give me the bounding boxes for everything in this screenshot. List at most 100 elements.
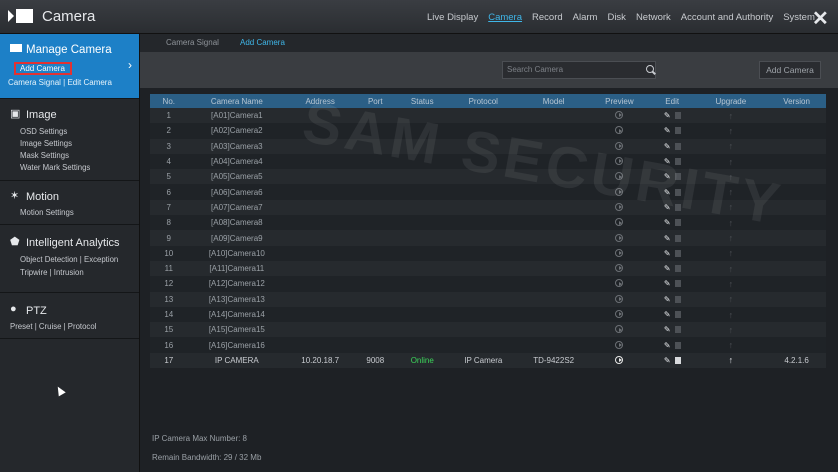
table-row[interactable]: 11 [A11]Camera11 ✎ ↑ bbox=[150, 260, 826, 277]
edit-icon[interactable]: ✎ bbox=[664, 126, 671, 135]
play-icon[interactable] bbox=[615, 111, 624, 120]
sidebar-item-camera-signal[interactable]: Camera Signal bbox=[8, 78, 61, 87]
table-row[interactable]: 1 [A01]Camera1 ✎ ↑ bbox=[150, 108, 826, 124]
upgrade-icon[interactable]: ↑ bbox=[729, 340, 734, 350]
edit-icon[interactable]: ✎ bbox=[664, 111, 671, 120]
table-row[interactable]: 4 [A04]Camera4 ✎ ↑ bbox=[150, 153, 826, 170]
delete-icon[interactable] bbox=[674, 112, 681, 120]
play-icon[interactable] bbox=[615, 248, 624, 257]
sidebar-item-image-settings[interactable]: Image Settings bbox=[20, 139, 72, 148]
play-icon[interactable] bbox=[615, 310, 624, 318]
sidebar-item-tripwire[interactable]: Tripwire bbox=[20, 268, 47, 277]
close-icon[interactable]: ✕ bbox=[812, 6, 829, 31]
play-icon[interactable] bbox=[615, 233, 624, 242]
edit-icon[interactable]: ✎ bbox=[664, 356, 671, 365]
sidebar-item-add-camera[interactable]: Add Camera bbox=[14, 62, 72, 75]
table-row[interactable]: 9 [A09]Camera9 ✎ ↑ bbox=[150, 230, 826, 246]
edit-icon[interactable]: ✎ bbox=[664, 295, 671, 304]
edit-icon[interactable]: ✎ bbox=[664, 203, 671, 212]
sidebar-section-manage-camera[interactable]: Manage Camera Add Camera Camera Signal |… bbox=[0, 34, 139, 99]
delete-icon[interactable] bbox=[674, 158, 681, 166]
upgrade-icon[interactable]: ↑ bbox=[729, 187, 734, 197]
nav-item-disk[interactable]: Disk bbox=[607, 12, 625, 23]
delete-icon[interactable] bbox=[674, 142, 681, 150]
edit-icon[interactable]: ✎ bbox=[664, 157, 671, 166]
edit-icon[interactable]: ✎ bbox=[664, 249, 671, 258]
add-camera-button[interactable]: Add Camera bbox=[759, 61, 821, 79]
play-icon[interactable] bbox=[615, 126, 624, 135]
nav-item-live-display[interactable]: Live Display bbox=[427, 12, 478, 23]
delete-icon[interactable] bbox=[674, 234, 681, 242]
play-icon[interactable] bbox=[615, 279, 624, 288]
play-icon[interactable] bbox=[615, 187, 624, 196]
table-row[interactable]: 12 [A12]Camera12 ✎ ↑ bbox=[150, 276, 826, 292]
edit-icon[interactable]: ✎ bbox=[664, 279, 671, 288]
edit-icon[interactable]: ✎ bbox=[664, 264, 671, 273]
delete-icon[interactable] bbox=[674, 326, 681, 334]
edit-icon[interactable]: ✎ bbox=[664, 218, 671, 227]
play-icon[interactable] bbox=[615, 141, 624, 150]
nav-item-record[interactable]: Record bbox=[532, 12, 563, 23]
tab-add-camera[interactable]: Add Camera bbox=[240, 38, 285, 47]
edit-icon[interactable]: ✎ bbox=[664, 234, 671, 243]
delete-icon[interactable] bbox=[674, 341, 681, 349]
sidebar-item-mask[interactable]: Mask Settings bbox=[20, 151, 69, 160]
upgrade-icon[interactable]: ↑ bbox=[729, 355, 734, 365]
sidebar-item-osd[interactable]: OSD Settings bbox=[20, 127, 67, 136]
table-row[interactable]: 10 [A10]Camera10 ✎ ↑ bbox=[150, 245, 826, 261]
nav-item-system[interactable]: System bbox=[783, 12, 815, 23]
edit-icon[interactable]: ✎ bbox=[664, 188, 671, 197]
nav-item-network[interactable]: Network bbox=[636, 12, 671, 23]
edit-icon[interactable]: ✎ bbox=[664, 310, 671, 319]
delete-icon[interactable] bbox=[674, 188, 681, 196]
sidebar-item-object-detection[interactable]: Object Detection bbox=[20, 255, 78, 264]
column-header-edit[interactable]: Edit bbox=[649, 94, 695, 108]
table-row[interactable]: 8 [A08]Camera8 ✎ ↑ bbox=[150, 215, 826, 231]
play-icon[interactable] bbox=[615, 355, 624, 364]
play-icon[interactable] bbox=[615, 172, 624, 181]
table-row[interactable]: 2 [A02]Camera2 ✎ ↑ bbox=[150, 123, 826, 139]
edit-icon[interactable]: ✎ bbox=[664, 142, 671, 151]
table-row[interactable]: 7 [A07]Camera7 ✎ ↑ bbox=[150, 199, 826, 216]
search-input[interactable]: Search Camera bbox=[502, 61, 656, 79]
upgrade-icon[interactable]: ↑ bbox=[729, 264, 734, 274]
table-row[interactable]: 17 IP CAMERA 10.20.18.7 9008 Online IP Camera… bbox=[150, 352, 826, 369]
sidebar-item-exception[interactable]: Exception bbox=[84, 255, 118, 264]
upgrade-icon[interactable]: ↑ bbox=[729, 202, 734, 212]
delete-icon[interactable] bbox=[674, 280, 681, 288]
play-icon[interactable] bbox=[615, 294, 624, 303]
sidebar-item-motion-settings[interactable]: Motion Settings bbox=[20, 208, 74, 217]
play-icon[interactable] bbox=[615, 202, 624, 211]
upgrade-icon[interactable]: ↑ bbox=[729, 279, 734, 289]
delete-icon[interactable] bbox=[674, 265, 681, 273]
play-icon[interactable] bbox=[615, 264, 624, 273]
upgrade-icon[interactable]: ↑ bbox=[729, 111, 734, 121]
delete-icon[interactable] bbox=[674, 356, 681, 364]
play-icon[interactable] bbox=[615, 325, 624, 334]
delete-icon[interactable] bbox=[674, 295, 681, 303]
delete-icon[interactable] bbox=[674, 249, 681, 257]
sidebar-item-protocol[interactable]: Protocol bbox=[68, 322, 97, 331]
upgrade-icon[interactable]: ↑ bbox=[729, 126, 734, 136]
upgrade-icon[interactable]: ↑ bbox=[729, 248, 734, 258]
table-row[interactable]: 6 [A06]Camera6 ✎ ↑ bbox=[150, 184, 826, 200]
upgrade-icon[interactable]: ↑ bbox=[729, 141, 734, 151]
upgrade-icon[interactable]: ↑ bbox=[729, 233, 734, 243]
edit-icon[interactable]: ✎ bbox=[664, 325, 671, 334]
table-row[interactable]: 3 [A03]Camera3 ✎ ↑ bbox=[150, 138, 826, 154]
delete-icon[interactable] bbox=[674, 127, 681, 135]
upgrade-icon[interactable]: ↑ bbox=[729, 218, 734, 228]
edit-icon[interactable]: ✎ bbox=[664, 172, 671, 181]
sidebar-item-preset[interactable]: Preset bbox=[10, 322, 33, 331]
upgrade-icon[interactable]: ↑ bbox=[729, 310, 734, 320]
play-icon[interactable] bbox=[615, 218, 624, 227]
sidebar-item-cruise[interactable]: Cruise bbox=[39, 322, 62, 331]
upgrade-icon[interactable]: ↑ bbox=[729, 157, 734, 167]
delete-icon[interactable] bbox=[674, 219, 681, 227]
tab-camera-signal[interactable]: Camera Signal bbox=[166, 38, 219, 47]
column-header-upgrade[interactable]: Upgrade bbox=[694, 94, 768, 108]
edit-icon[interactable]: ✎ bbox=[664, 341, 671, 350]
nav-item-camera[interactable]: Camera bbox=[488, 12, 522, 23]
sidebar-item-edit-camera[interactable]: Edit Camera bbox=[67, 78, 111, 87]
play-icon[interactable] bbox=[615, 157, 624, 166]
